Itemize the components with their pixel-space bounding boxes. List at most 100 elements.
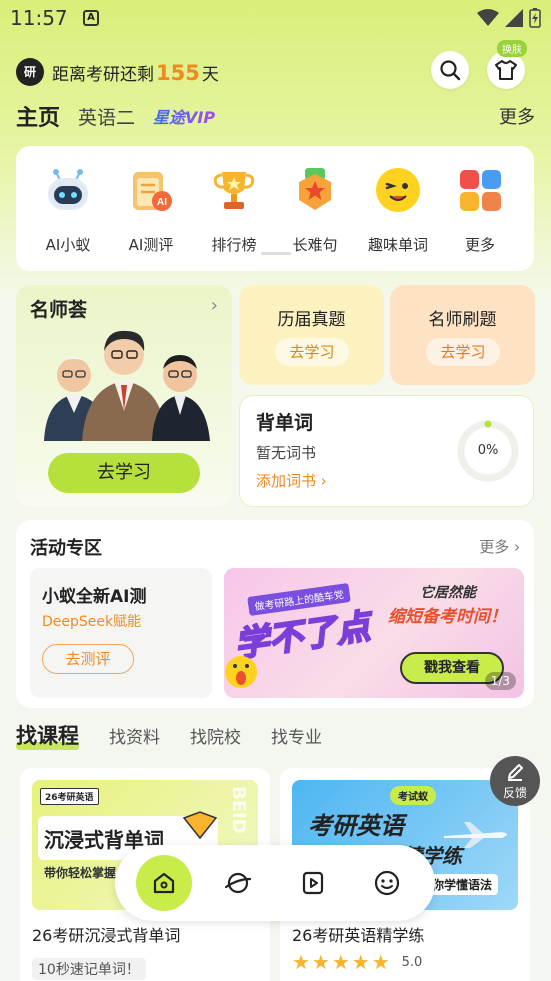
nav-explore[interactable] [210, 855, 266, 911]
bottom-nav [115, 845, 435, 921]
status-time: 11:57 [10, 6, 68, 30]
signal-icon [505, 9, 523, 27]
tab-find-courses[interactable]: 找课程 [16, 720, 79, 750]
countdown-prefix: 距离考研还剩 [52, 65, 154, 85]
trophy-icon [213, 172, 255, 209]
past-papers-title: 历届真题 [277, 310, 346, 330]
countdown-days: 155 [156, 61, 200, 85]
course-rating-score: 5.0 [401, 954, 423, 970]
course-name: 26考研沉浸式背单词 [32, 926, 181, 945]
airplane-icon [444, 822, 507, 848]
home-icon [153, 872, 175, 894]
search-button[interactable] [431, 51, 469, 89]
course-cover-tag: 26考研英语 [40, 788, 99, 805]
smiley-icon [376, 168, 420, 212]
tool-ai-assessment[interactable]: AI AI测评 [116, 166, 186, 255]
feedback-label: 反馈 [502, 786, 527, 800]
add-wordbook-link[interactable]: 添加词书 › [256, 470, 327, 491]
page-indicator [261, 252, 291, 255]
activity-banner[interactable]: 做考研路上的酷车党 学不了点 它居然能 缩短备考时间！ 戳我查看 1/3 [224, 568, 524, 698]
grid-icon [460, 170, 501, 211]
countdown-suffix: 天 [201, 65, 219, 85]
wifi-icon [477, 9, 499, 26]
shocked-face-icon [225, 656, 257, 688]
past-papers-card[interactable]: 历届真题 去学习 [239, 285, 384, 385]
robot-icon [48, 169, 88, 210]
teacher-card-title: 名师荟 [30, 299, 88, 321]
more-tabs-link[interactable]: 更多 [499, 103, 535, 129]
star-badge-icon [299, 168, 331, 210]
tool-leaderboard[interactable]: 排行榜 [199, 166, 269, 255]
ai-clipboard-icon: AI [133, 172, 172, 211]
tool-label: AI小蚁 [45, 236, 91, 254]
ai-test-promo[interactable]: 小蚁全新AI测 DeepSeek赋能 去测评 [30, 568, 212, 698]
teacher-drills-card[interactable]: 名师刷题 去学习 [390, 285, 535, 385]
tab-find-majors[interactable]: 找专业 [271, 723, 322, 750]
shirt-icon [495, 60, 517, 80]
tab-find-materials[interactable]: 找资料 [109, 723, 160, 750]
banner-page-indicator: 1/3 [484, 672, 516, 690]
teacher-middle [82, 330, 166, 441]
tool-label: 趣味单词 [367, 236, 428, 254]
course-cover-title: 考研英语 [308, 812, 404, 840]
chevron-right-icon: › [210, 295, 218, 316]
tab-home[interactable]: 主页 [16, 100, 60, 132]
course-cover-side: BEID [228, 786, 249, 834]
status-icons [477, 8, 541, 28]
vocab-progress-text: 0% [477, 443, 499, 458]
past-papers-button[interactable]: 去学习 [275, 338, 349, 366]
teacher-drills-title: 名师刷题 [428, 310, 497, 330]
course-name: 26考研英语精学练 [292, 926, 425, 945]
famous-teachers-card[interactable]: 名师荟 › 去学习 [16, 285, 232, 507]
top-tabs: 主页 英语二 星途VIP [16, 100, 215, 132]
vocab-title: 背单词 [256, 412, 314, 434]
exam-countdown: 距离考研还剩 155 天 [52, 60, 219, 85]
tool-ai-assistant[interactable]: AI小蚁 [33, 166, 103, 255]
ai-test-button[interactable]: 去测评 [42, 644, 134, 674]
battery-icon [529, 8, 541, 28]
teachers-photo [44, 330, 210, 441]
smile-face-icon [374, 870, 400, 896]
search-icon [440, 60, 461, 81]
tool-label: 排行榜 [211, 236, 257, 254]
teacher-right [152, 355, 210, 441]
course-rating: ★★★★★ 5.0 [292, 950, 422, 974]
activity-more-label: 更多 [479, 538, 510, 556]
activity-section: 活动专区 更多 › 小蚁全新AI测 DeepSeek赋能 去测评 做考研路上的酷… [16, 520, 534, 708]
notification-badge-icon: A [83, 10, 99, 26]
teacher-study-button[interactable]: 去学习 [48, 453, 200, 493]
tab-english-2[interactable]: 英语二 [78, 103, 135, 130]
course-cover-subtitle: 带你轻松掌握 [44, 866, 117, 880]
feedback-button[interactable]: 反馈 [490, 756, 540, 806]
skin-label: 换肤 [497, 40, 527, 57]
activity-title: 活动专区 [30, 538, 102, 559]
tool-label: 更多 [464, 236, 495, 254]
add-wordbook-label: 添加词书 [256, 472, 317, 490]
nav-video[interactable] [285, 855, 341, 911]
vocabulary-card[interactable]: 背单词 暂无词书 添加词书 › 0% [239, 395, 534, 507]
tool-fun-words[interactable]: 趣味单词 [363, 166, 433, 255]
app-logo: 研 [16, 58, 44, 86]
banner-title: 它居然能 [420, 585, 476, 601]
ai-promo-title: 小蚁全新AI测 [42, 587, 147, 607]
tool-more[interactable]: 更多 [445, 166, 515, 255]
svg-text:AI: AI [157, 197, 167, 208]
nav-home[interactable] [136, 855, 192, 911]
tool-label: AI测评 [128, 236, 174, 254]
planet-icon [224, 872, 252, 894]
find-tabs: 找课程 找资料 找院校 找专业 [16, 720, 322, 750]
tool-long-sentences[interactable]: 长难句 [280, 166, 350, 255]
teacher-drills-button[interactable]: 去学习 [426, 338, 500, 366]
quick-tools-card: AI小蚁 AI AI测评 排行榜 长难句 趣味单词 更多 [16, 146, 534, 271]
tab-find-schools[interactable]: 找院校 [190, 723, 241, 750]
pencil-icon [508, 764, 523, 781]
activity-more-link[interactable]: 更多 › [479, 536, 520, 557]
book-icon [182, 811, 218, 840]
nav-profile[interactable] [359, 855, 415, 911]
course-tag: 10秒速记单词！ [32, 958, 146, 980]
tab-vip[interactable]: 星途VIP [153, 104, 215, 128]
video-icon [302, 871, 324, 895]
star-icon: ★★★★★ [292, 950, 392, 974]
course-cover-brand: 考试蚁 [390, 786, 436, 805]
banner-subtitle: 缩短备考时间！ [388, 607, 507, 627]
